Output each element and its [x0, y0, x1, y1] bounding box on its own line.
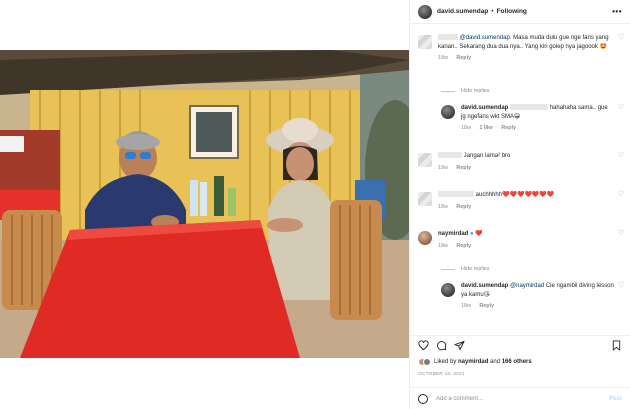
comment-text: david.sumendap @naymirdad Cie ngambil di… — [461, 282, 614, 299]
likes-text: Liked by naymirdad and 166 others — [434, 359, 532, 365]
hide-replies-toggle[interactable]: Hide replies — [441, 88, 489, 94]
comment-time: 18w — [438, 164, 448, 171]
reply-button[interactable]: Reply — [456, 165, 471, 171]
comment-text: Jangan lama² bro — [438, 152, 614, 161]
reply-item: david.sumendap hahahaha sama.. gue jg ng… — [441, 104, 624, 133]
comment-meta: 18w 1 like Reply — [461, 124, 614, 133]
comment-list[interactable]: @david.sumendap. Masa muda dulu gue nge … — [410, 24, 630, 335]
comment-time: 18w — [438, 242, 448, 249]
following-button[interactable]: Following — [497, 8, 527, 15]
comment-body: ❤️ — [475, 231, 483, 237]
author-avatar[interactable] — [418, 4, 432, 19]
liker-avatar — [423, 358, 431, 366]
mention-link[interactable]: @david.sumendap — [460, 35, 510, 41]
commenter-avatar[interactable] — [441, 105, 455, 119]
hidden-mention — [510, 104, 549, 111]
commenter-username[interactable]: david.sumendap — [461, 283, 508, 289]
like-heart-icon[interactable]: ♡ — [614, 230, 624, 250]
photo-scene — [0, 50, 409, 358]
hide-replies-label: Hide replies — [461, 266, 490, 272]
reply-button[interactable]: Reply — [501, 125, 516, 131]
comment-item: auchhhhh❤️❤️❤️❤️❤️❤️❤️ 18w Reply ♡ — [418, 191, 624, 211]
reply-button[interactable]: Reply — [456, 243, 471, 249]
save-bookmark-icon[interactable] — [611, 340, 622, 351]
comment-time: 18w — [438, 203, 448, 210]
reply-button[interactable]: Reply — [479, 303, 494, 309]
like-icon[interactable] — [418, 340, 429, 351]
post-button[interactable]: Post — [609, 396, 622, 402]
hidden-username — [438, 34, 458, 41]
comment-item: naymirdad ● ❤️ 18w Reply ♡ — [418, 230, 624, 250]
commenter-username[interactable]: david.sumendap — [461, 105, 508, 111]
comment-time: 18w — [461, 125, 471, 131]
heart-emojis: ❤️❤️❤️❤️❤️❤️❤️ — [502, 192, 555, 198]
commenter-avatar[interactable] — [418, 231, 432, 245]
comment-text: auchhhhh❤️❤️❤️❤️❤️❤️❤️ — [438, 191, 614, 200]
emoji-icon[interactable] — [418, 393, 428, 404]
like-heart-icon[interactable]: ♡ — [614, 191, 624, 211]
likes-middle: and — [488, 359, 502, 365]
reply-item: david.sumendap @naymirdad Cie ngambil di… — [441, 282, 624, 311]
likes-prefix: Liked by — [434, 359, 459, 365]
reply-button[interactable]: Reply — [456, 204, 471, 210]
comment-meta: 18w Reply — [438, 54, 614, 63]
like-heart-icon[interactable]: ♡ — [614, 34, 624, 63]
comment-time: 18w — [461, 303, 471, 309]
like-heart-icon[interactable]: ♡ — [614, 104, 624, 133]
comment-body: Jangan lama² bro — [463, 153, 511, 159]
comment-input[interactable] — [436, 395, 609, 402]
likes-summary: Liked by naymirdad and 166 others — [418, 358, 532, 366]
comment-meta: 18w Reply — [461, 302, 614, 311]
commenter-username[interactable]: naymirdad — [438, 231, 468, 237]
author-username[interactable]: david.sumendap — [437, 8, 488, 15]
commenter-avatar[interactable] — [418, 153, 432, 167]
likes-others-link[interactable]: 166 others — [502, 359, 532, 365]
action-bar — [410, 335, 630, 355]
comment-text: david.sumendap hahahaha sama.. gue jg ng… — [461, 104, 614, 121]
more-options-icon[interactable]: ••• — [612, 7, 622, 16]
share-icon[interactable] — [454, 340, 465, 351]
comment-meta: 18w Reply — [438, 164, 614, 173]
comment-text: @david.sumendap. Masa muda dulu gue nge … — [438, 34, 614, 51]
comment-text: naymirdad ● ❤️ — [438, 230, 614, 239]
comment-item: @david.sumendap. Masa muda dulu gue nge … — [418, 34, 624, 63]
comment-meta: 18w Reply — [438, 242, 614, 251]
post-date: OCTOBER 16, 2021 — [418, 372, 465, 377]
add-comment-bar: Post — [410, 387, 630, 409]
hide-replies-toggle[interactable]: Hide replies — [441, 266, 489, 272]
commenter-avatar[interactable] — [418, 192, 432, 206]
like-heart-icon[interactable]: ♡ — [614, 282, 624, 311]
comment-time: 18w — [438, 55, 448, 61]
commenter-avatar[interactable] — [418, 35, 432, 49]
mention-link[interactable]: @naymirdad — [510, 283, 544, 289]
comment-meta: 18w Reply — [438, 203, 614, 212]
comment-icon[interactable] — [436, 340, 447, 351]
post-media — [0, 0, 409, 409]
post-photo[interactable] — [0, 50, 409, 358]
comments-panel: david.sumendap • Following ••• @david.su… — [409, 0, 630, 409]
reply-button[interactable]: Reply — [456, 55, 471, 61]
comment-body: auchhhhh — [475, 192, 503, 198]
comment-item: Jangan lama² bro 18w Reply ♡ — [418, 152, 624, 172]
comment-likes[interactable]: 1 like — [479, 125, 493, 131]
post-header: david.sumendap • Following ••• — [410, 0, 630, 24]
verified-badge-icon: ● — [470, 231, 474, 237]
hidden-username — [438, 152, 462, 159]
hidden-username — [438, 191, 474, 198]
separator-dot: • — [491, 8, 494, 15]
commenter-avatar[interactable] — [441, 283, 455, 297]
like-heart-icon[interactable]: ♡ — [614, 152, 624, 172]
liker-username[interactable]: naymirdad — [458, 359, 488, 365]
hide-replies-label: Hide replies — [461, 88, 490, 94]
